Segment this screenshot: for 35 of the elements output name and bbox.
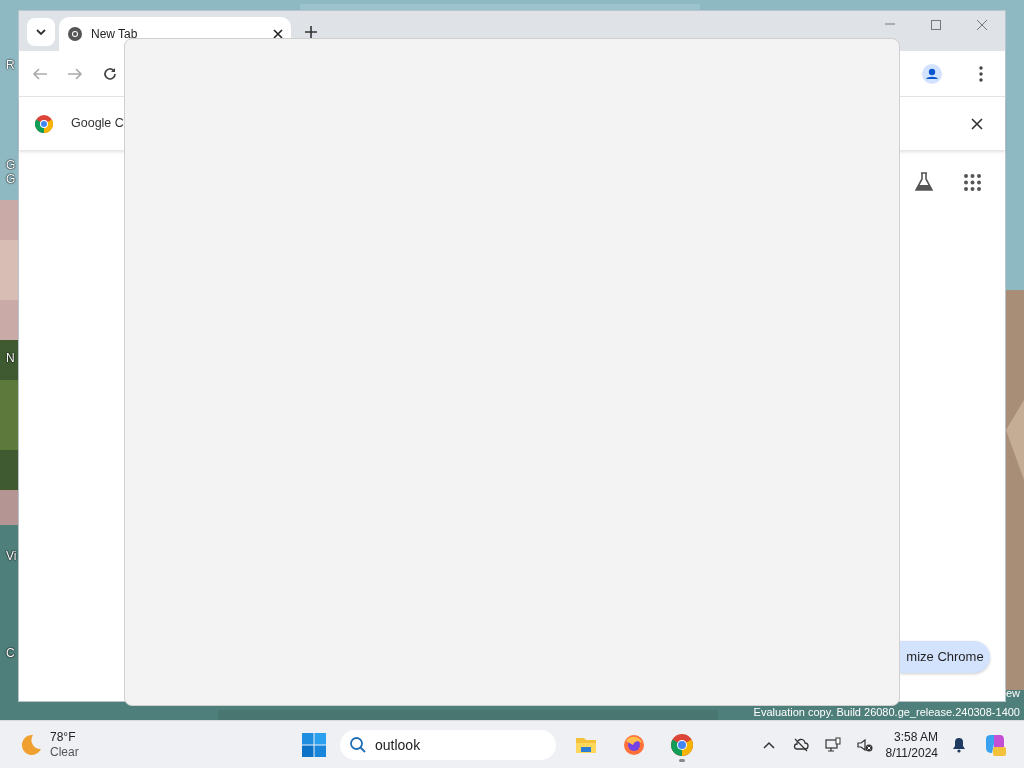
labs-button[interactable] (912, 170, 936, 194)
tab-search-button[interactable] (27, 18, 55, 46)
close-tab-button[interactable] (273, 29, 283, 39)
more-vertical-icon (979, 65, 983, 82)
reload-icon (102, 65, 118, 82)
windows-logo-icon (302, 732, 326, 757)
search-field[interactable]: outlook (340, 729, 556, 760)
bell-icon (951, 736, 967, 753)
colorful-swirl-icon (983, 732, 1007, 757)
close-icon (971, 117, 983, 130)
infobar-text: Google C (71, 115, 124, 133)
weather-condition: Clear (50, 744, 79, 760)
globe-icon (67, 26, 83, 42)
chrome-logo-icon (35, 114, 53, 133)
search-icon (349, 735, 367, 754)
flask-icon (915, 172, 933, 192)
chevron-down-icon (36, 29, 46, 35)
fox-globe-icon (622, 732, 646, 757)
chrome-logo-icon (670, 732, 694, 757)
close-icon (273, 29, 283, 39)
speaker-muted-icon (856, 736, 873, 753)
plus-icon (305, 26, 317, 38)
grid-icon (963, 173, 981, 191)
back-arrow-icon (32, 65, 48, 82)
forward-arrow-icon (67, 65, 83, 82)
clock-time[interactable]: 3:58 AM (885, 728, 938, 745)
cloud-off-icon (792, 736, 809, 753)
clock-date[interactable]: 8/11/2024 (885, 744, 938, 761)
weather-temperature: 78°F (50, 729, 77, 745)
customize-button[interactable]: mize Chrome (900, 641, 990, 673)
person-icon (922, 63, 942, 84)
system-notice-text: Evaluation copy. Build 26080.ge_release.240308-1400 (753, 706, 1020, 719)
close-icon (976, 19, 988, 31)
maximize-icon (930, 19, 942, 31)
monitor-icon (824, 736, 841, 753)
